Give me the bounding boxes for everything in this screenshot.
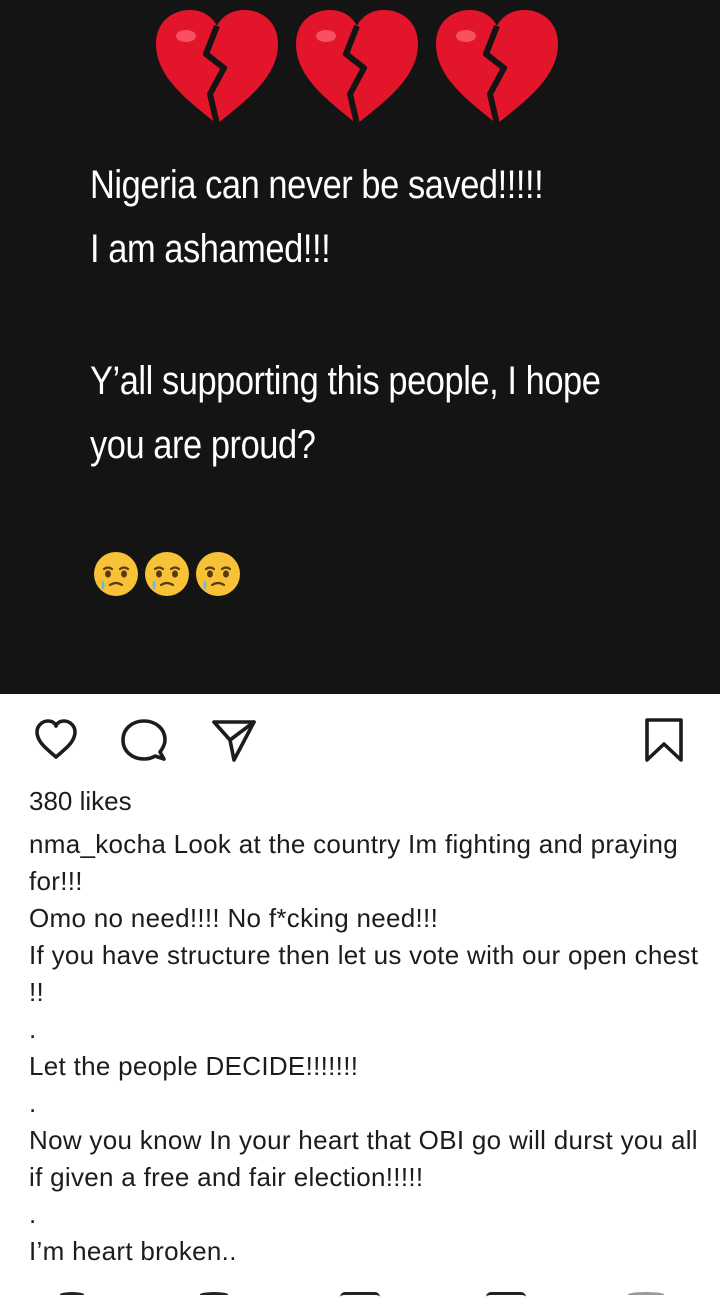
- post-text-line: Nigeria can never be saved!!!!!: [90, 163, 544, 207]
- broken-hearts-row: [150, 6, 570, 130]
- bottom-nav-partial: [0, 1288, 720, 1297]
- caption-line: Now you know In your heart that OBI go w…: [29, 1125, 706, 1192]
- post-image[interactable]: Nigeria can never be saved!!!!! I am ash…: [0, 0, 720, 694]
- broken-heart-icon: [156, 10, 278, 125]
- post-text-line: Y’all supporting this people, I hope: [90, 359, 601, 403]
- save-button[interactable]: [640, 716, 688, 764]
- post-caption: nma_kocha Look at the country Im fightin…: [29, 826, 699, 1270]
- crying-faces-row: [92, 550, 252, 598]
- post-actions-bar: [0, 712, 720, 768]
- broken-heart-icon: [436, 10, 558, 125]
- nav-icon-partial: [60, 1292, 84, 1297]
- heart-outline-icon: [35, 719, 77, 759]
- post-text-line: I am ashamed!!!: [90, 227, 331, 271]
- caption-line: .: [29, 1199, 37, 1229]
- caption-first-line: nma_kocha Look at the country Im fightin…: [29, 826, 699, 900]
- caption-line: If you have structure then let us vote w…: [29, 940, 706, 1007]
- share-button[interactable]: [210, 716, 258, 764]
- nav-icon-partial: [200, 1292, 228, 1297]
- likes-count[interactable]: 380 likes: [29, 786, 132, 817]
- caption-line: Let the people DECIDE!!!!!!!: [29, 1051, 359, 1081]
- comment-button[interactable]: [120, 716, 168, 764]
- caption-username[interactable]: nma_kocha: [29, 829, 166, 859]
- nav-icon-partial: [486, 1292, 526, 1297]
- paper-plane-icon: [212, 720, 256, 762]
- caption-line: Omo no need!!!! No f*cking need!!!: [29, 903, 439, 933]
- face-holding-back-tears-icon: [145, 552, 189, 596]
- bookmark-icon: [645, 718, 683, 762]
- nav-icon-partial: [340, 1292, 380, 1297]
- caption-line: I’m heart broken..: [29, 1236, 237, 1266]
- comment-bubble-icon: [121, 719, 167, 761]
- avatar-partial: [628, 1292, 664, 1297]
- broken-heart-icon: [296, 10, 418, 125]
- caption-line: .: [29, 1014, 37, 1044]
- face-holding-back-tears-icon: [94, 552, 138, 596]
- face-holding-back-tears-icon: [196, 552, 240, 596]
- like-button[interactable]: [32, 716, 80, 764]
- post-text-line: you are proud?: [90, 423, 316, 467]
- caption-line: .: [29, 1088, 37, 1118]
